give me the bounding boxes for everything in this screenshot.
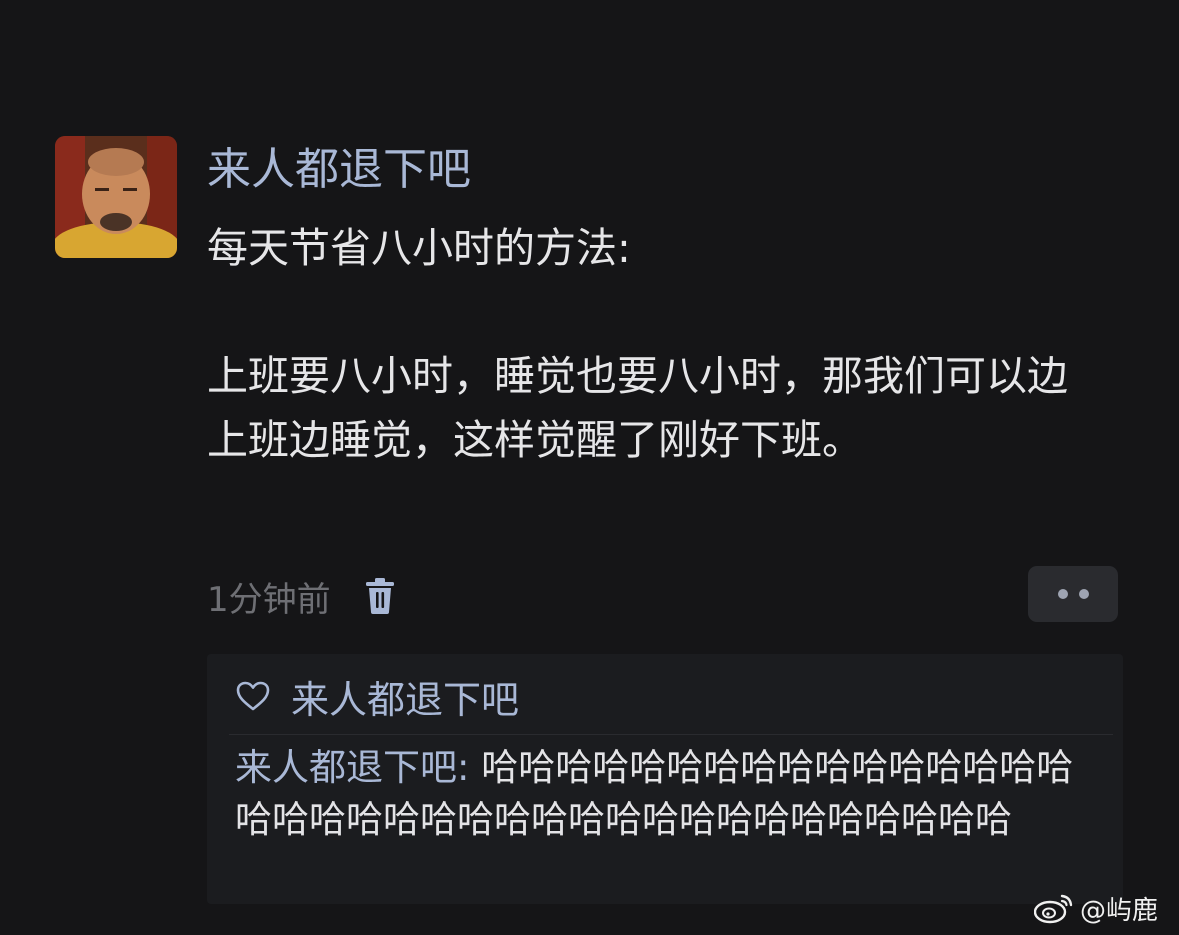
reply-panel: 来人都退下吧 来人都退下吧: 哈哈哈哈哈哈哈哈哈哈哈哈哈哈哈哈哈哈哈哈哈哈哈哈哈… xyxy=(207,654,1123,904)
reply-author[interactable]: 来人都退下吧 xyxy=(235,746,457,789)
likes-row: 来人都退下吧 xyxy=(235,668,519,724)
trash-icon[interactable] xyxy=(363,576,397,616)
divider xyxy=(229,734,1113,735)
watermark: @屿鹿 xyxy=(1034,888,1158,928)
post-meta: 1分钟前 xyxy=(207,572,397,620)
avatar-image xyxy=(55,136,177,258)
reply-comment[interactable]: 来人都退下吧: 哈哈哈哈哈哈哈哈哈哈哈哈哈哈哈哈哈哈哈哈哈哈哈哈哈哈哈哈哈哈哈哈… xyxy=(235,742,1105,846)
reply-separator: : xyxy=(457,746,482,789)
weibo-logo-icon xyxy=(1034,894,1073,924)
post-title-line: 每天节省八小时的方法: xyxy=(207,224,631,272)
post-body: 上班要八小时，睡觉也要八小时，那我们可以边上班边睡觉，这样觉醒了刚好下班。 xyxy=(207,352,1068,464)
post-time: 1分钟前 xyxy=(207,579,331,620)
avatar[interactable] xyxy=(55,136,177,258)
heart-outline-icon[interactable] xyxy=(235,680,271,712)
more-dots-icon xyxy=(1057,589,1068,599)
more-options-button[interactable] xyxy=(1028,566,1118,622)
more-dots-icon xyxy=(1078,589,1089,599)
liker-name[interactable]: 来人都退下吧 xyxy=(291,669,519,724)
post-author[interactable]: 来人都退下吧 xyxy=(207,142,471,198)
watermark-handle: @屿鹿 xyxy=(1080,895,1159,926)
post-content: 每天节省八小时的方法: 上班要八小时，睡觉也要八小时，那我们可以边上班边睡觉，这… xyxy=(207,216,1107,472)
